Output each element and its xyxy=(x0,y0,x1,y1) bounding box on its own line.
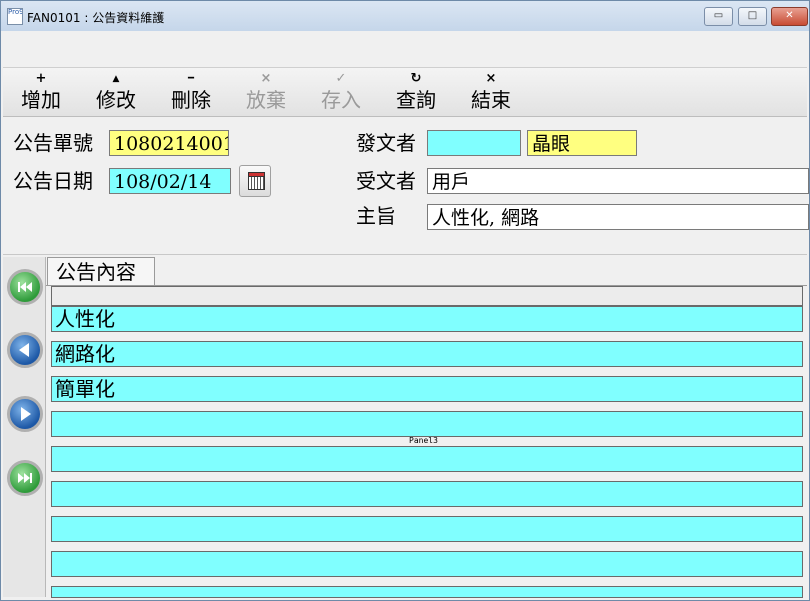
record-navigation xyxy=(3,257,46,597)
divider xyxy=(3,254,807,255)
subject-field[interactable]: 人性化, 網路 xyxy=(427,204,809,230)
list-item[interactable]: 簡單化 xyxy=(51,376,803,402)
edit-button[interactable]: ▲ 修改 xyxy=(86,70,146,114)
save-label: 存入 xyxy=(321,88,361,112)
subject-label: 主旨 xyxy=(356,204,396,228)
list-item[interactable] xyxy=(51,516,803,542)
panel-label: Panel3 xyxy=(409,436,438,445)
list-item[interactable] xyxy=(51,411,803,437)
toolbar: + 增加 ▲ 修改 ━ 刪除 × 放棄 ✓ 存入 ↻ 查詢 × 結束 xyxy=(3,68,807,117)
notice-date-field[interactable]: 108/02/14 xyxy=(109,168,231,194)
close-icon: × xyxy=(485,71,497,86)
sender-name-field: 晶眼 xyxy=(527,130,637,156)
calendar-icon xyxy=(248,172,265,190)
exit-label: 結束 xyxy=(471,88,511,112)
add-button[interactable]: + 增加 xyxy=(11,70,71,114)
main-window: Pro9 FAN0101 : 公告資料維護 ▭ □ ✕ + 增加 ▲ 修改 ━ … xyxy=(0,0,810,601)
last-record-icon xyxy=(18,473,32,483)
delete-label: 刪除 xyxy=(171,88,211,112)
first-record-button[interactable] xyxy=(7,269,43,305)
date-picker-button[interactable] xyxy=(239,165,271,197)
up-arrow-icon: ▲ xyxy=(112,74,120,84)
delete-button[interactable]: ━ 刪除 xyxy=(161,70,221,114)
notice-no-field[interactable]: 1080214001 xyxy=(109,130,229,156)
app-icon: Pro9 xyxy=(7,8,23,25)
close-button[interactable]: ✕ xyxy=(771,7,808,26)
discard-button[interactable]: × 放棄 xyxy=(236,70,296,114)
list-item[interactable] xyxy=(51,286,803,306)
sender-label: 發文者 xyxy=(356,131,416,155)
edit-label: 修改 xyxy=(96,88,136,112)
notice-no-label: 公告單號 xyxy=(13,131,93,155)
query-button[interactable]: ↻ 查詢 xyxy=(386,70,446,114)
previous-record-button[interactable] xyxy=(7,332,43,368)
minimize-button[interactable]: ▭ xyxy=(704,7,733,26)
plus-icon: + xyxy=(35,71,47,86)
sender-code-field[interactable] xyxy=(427,130,521,156)
previous-record-icon xyxy=(19,343,29,357)
list-item[interactable]: 人性化 xyxy=(51,306,803,332)
list-item[interactable]: 網路化 xyxy=(51,341,803,367)
window-title: FAN0101 : 公告資料維護 xyxy=(27,11,165,25)
refresh-icon: ↻ xyxy=(410,71,422,86)
list-item[interactable] xyxy=(51,586,803,598)
checkmark-icon: ✓ xyxy=(335,71,347,86)
add-label: 增加 xyxy=(21,88,61,112)
discard-label: 放棄 xyxy=(246,88,286,112)
recipient-field[interactable]: 用戶 xyxy=(427,168,809,194)
list-item[interactable] xyxy=(51,551,803,577)
last-record-button[interactable] xyxy=(7,460,43,496)
notice-date-label: 公告日期 xyxy=(13,169,93,193)
next-record-button[interactable] xyxy=(7,396,43,432)
list-item[interactable] xyxy=(51,481,803,507)
cross-icon: × xyxy=(260,71,272,86)
title-bar: Pro9 FAN0101 : 公告資料維護 ▭ □ ✕ xyxy=(1,1,809,31)
save-button[interactable]: ✓ 存入 xyxy=(311,70,371,114)
maximize-button[interactable]: □ xyxy=(738,7,767,26)
exit-button[interactable]: × 結束 xyxy=(461,70,521,114)
menu-bar xyxy=(3,31,807,68)
tab-content[interactable]: 公告內容 xyxy=(47,257,155,285)
first-record-icon xyxy=(18,282,32,292)
minus-icon: ━ xyxy=(187,73,195,84)
next-record-icon xyxy=(21,407,31,421)
recipient-label: 受文者 xyxy=(356,169,416,193)
list-item[interactable] xyxy=(51,446,803,472)
query-label: 查詢 xyxy=(396,88,436,112)
